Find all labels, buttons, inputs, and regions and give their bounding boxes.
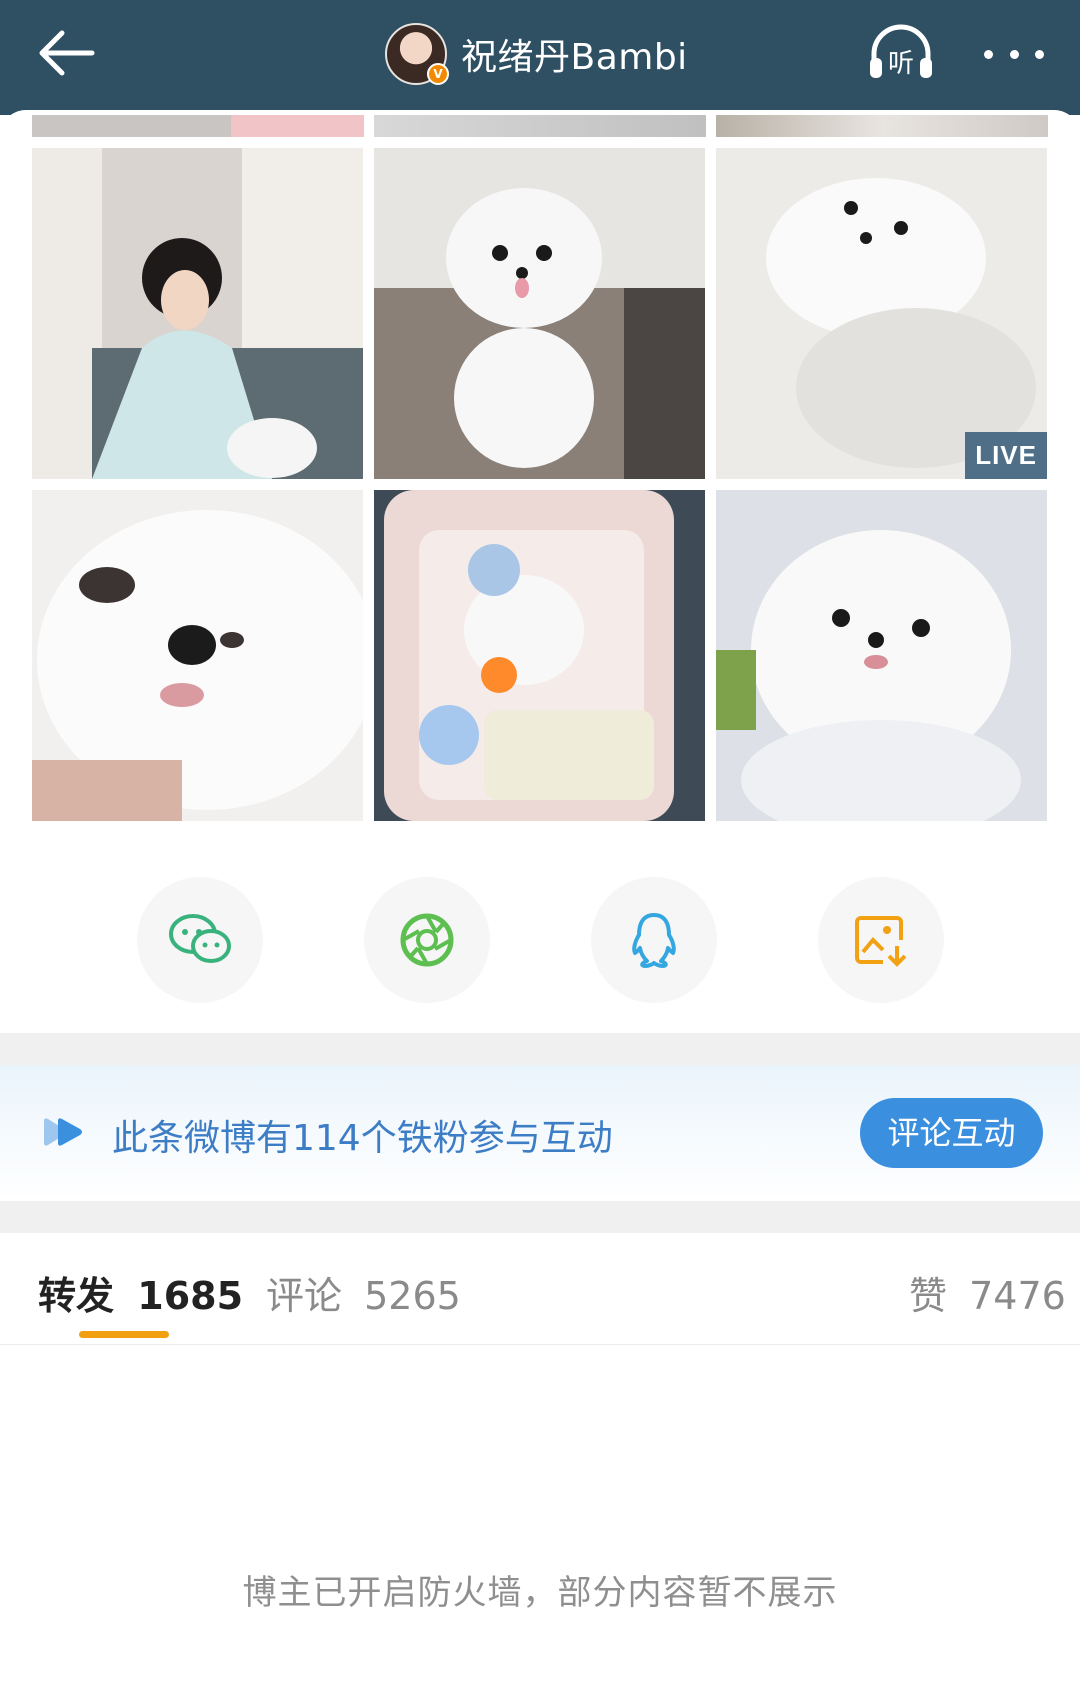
tab-comment[interactable]: 评论 5265 — [266, 1265, 461, 1320]
fans-interaction-banner: 此条微博有114个铁粉参与互动 评论互动 — [0, 1065, 1080, 1201]
photo-puppy-lying[interactable]: LIVE — [716, 148, 1047, 479]
save-image-button[interactable] — [818, 877, 944, 1003]
author-profile[interactable]: V 祝绪丹Bambi — [385, 20, 688, 88]
tab-comment-label: 评论 — [266, 1274, 343, 1318]
photo-thumb[interactable] — [716, 115, 1048, 137]
photo-woman-with-dog[interactable] — [32, 148, 363, 479]
verified-badge: V — [427, 63, 449, 85]
tab-repost-label: 转发 — [38, 1274, 115, 1318]
photo-puppy-front[interactable] — [716, 490, 1047, 821]
more-button[interactable] — [984, 36, 1044, 72]
tab-comment-count: 5265 — [364, 1274, 461, 1318]
listen-button[interactable]: 听 — [866, 22, 936, 84]
wechat-icon — [169, 914, 231, 963]
top-bar: V 祝绪丹Bambi 听 — [0, 0, 1080, 115]
photo-dog-bed[interactable] — [374, 490, 705, 821]
photo-thumb[interactable] — [32, 115, 364, 137]
tab-like[interactable]: 赞 7476 — [909, 1265, 1066, 1320]
share-qq-button[interactable] — [591, 877, 717, 1003]
firewall-notice: 博主已开启防火墙，部分内容暂不展示 — [242, 1573, 838, 1613]
section-divider — [0, 1201, 1080, 1233]
tab-like-label: 赞 — [909, 1274, 948, 1318]
tab-repost[interactable]: 转发 1685 — [38, 1265, 243, 1320]
active-tab-indicator — [79, 1331, 169, 1338]
tab-repost-count: 1685 — [137, 1274, 244, 1318]
headphones-icon: 听 — [870, 24, 932, 79]
photo-puppy-held[interactable] — [374, 148, 705, 479]
tab-like-count: 7476 — [969, 1274, 1066, 1318]
share-row — [0, 877, 1080, 1003]
photo-puppy-closeup[interactable] — [32, 490, 363, 821]
avatar[interactable]: V — [385, 23, 449, 85]
section-divider — [0, 1033, 1080, 1065]
qq-icon — [632, 913, 676, 968]
share-moments-button[interactable] — [364, 877, 490, 1003]
listen-label: 听 — [888, 49, 914, 79]
live-photo-badge: LIVE — [965, 432, 1047, 479]
interaction-tabs: 转发 1685 评论 5265 赞 7476 — [0, 1233, 1080, 1345]
author-name[interactable]: 祝绪丹Bambi — [461, 28, 688, 80]
share-wechat-button[interactable] — [137, 877, 263, 1003]
photo-thumb[interactable] — [374, 115, 706, 137]
comment-interact-button[interactable]: 评论互动 — [860, 1098, 1043, 1168]
photo-grid: LIVE — [32, 148, 1048, 821]
moments-icon — [400, 913, 454, 967]
more-dots-icon — [984, 49, 993, 59]
save-image-icon — [855, 916, 907, 967]
arrow-left-icon — [39, 30, 95, 76]
play-badge-icon — [44, 1118, 82, 1146]
fans-interaction-text: 此条微博有114个铁粉参与互动 — [112, 1118, 613, 1159]
back-button[interactable] — [36, 28, 96, 78]
previous-photo-row — [32, 115, 1048, 137]
